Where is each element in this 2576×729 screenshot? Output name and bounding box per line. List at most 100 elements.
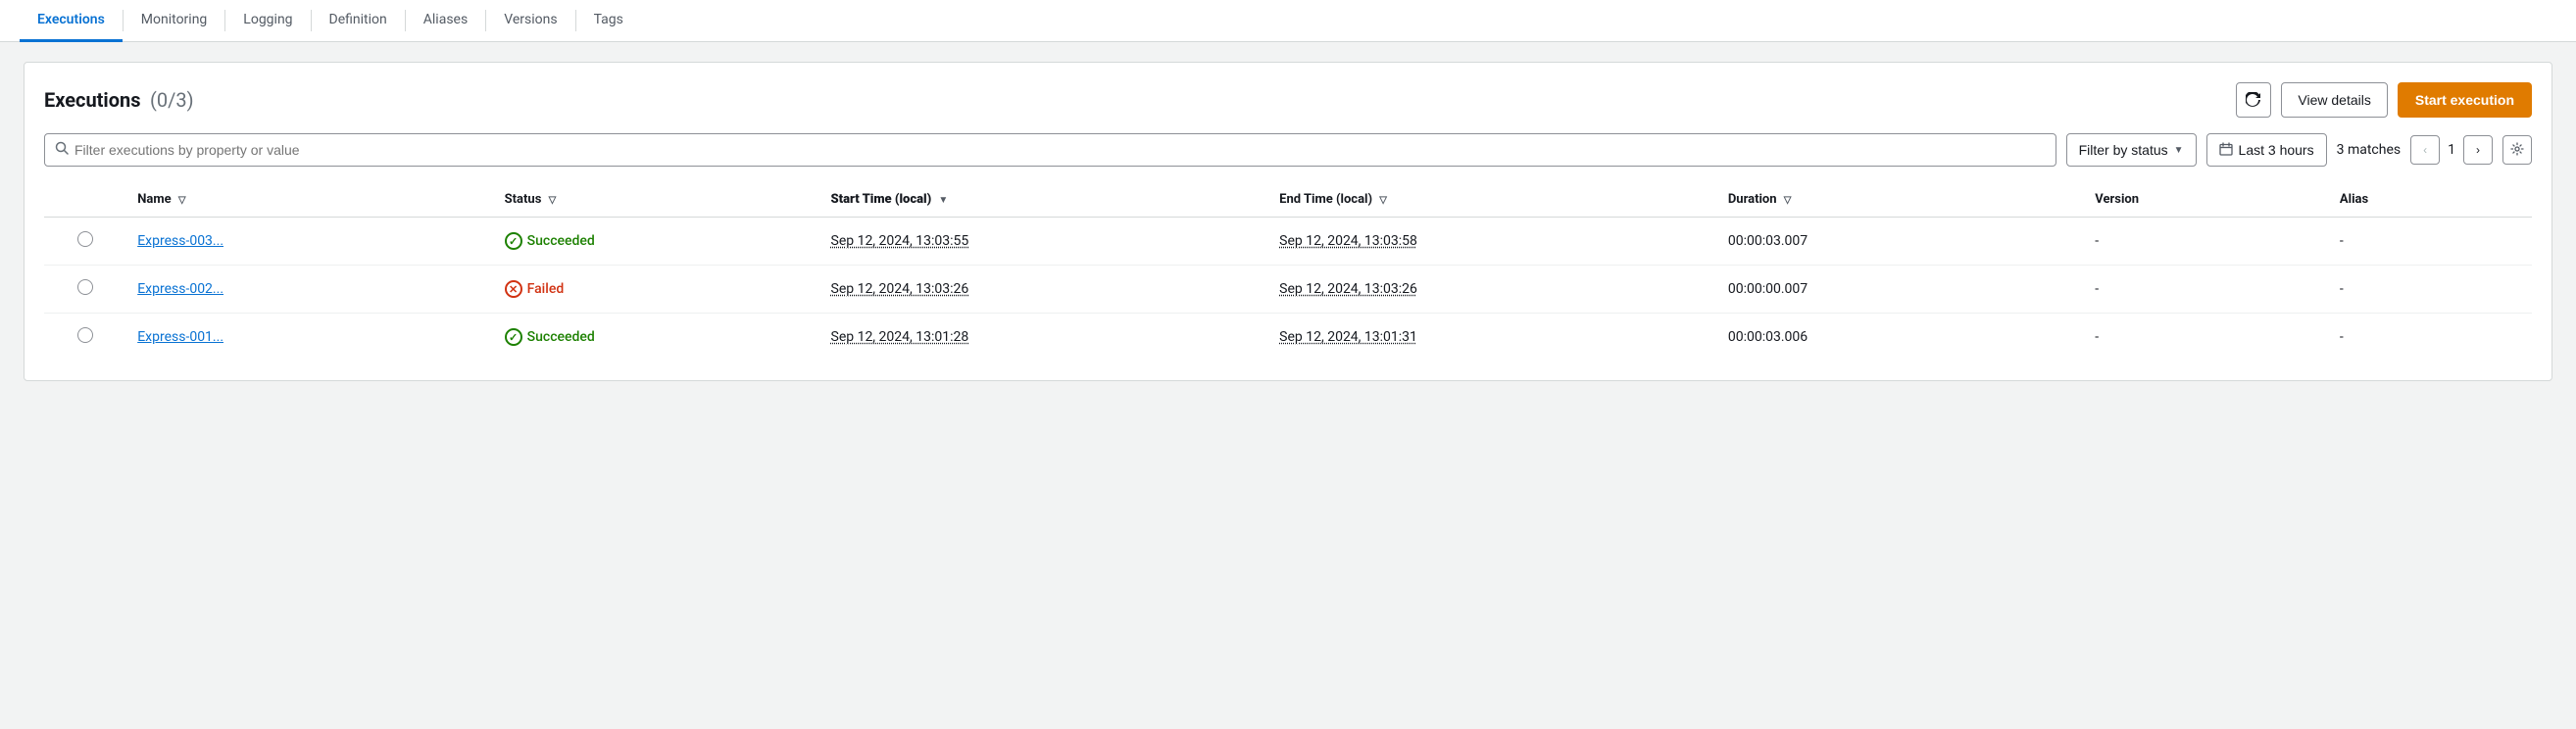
status-badge: ✓ Succeeded [505,232,595,250]
time-range-label: Last 3 hours [2239,142,2314,158]
table-row: Express-001... ✓ Succeeded Sep 12, 2024,… [44,314,2532,362]
col-status-label: Status [505,192,542,207]
pagination-controls: ‹ 1 › [2410,135,2493,165]
tab-monitoring[interactable]: Monitoring [124,0,225,42]
col-end-label: End Time (local) [1279,192,1372,207]
version-value: - [2095,329,2099,345]
col-header-duration[interactable]: Duration ▽ [1716,182,2083,218]
col-duration-label: Duration [1728,192,1777,207]
col-header-alias: Alias [2328,182,2532,218]
search-input[interactable] [74,142,2046,158]
row-radio-2[interactable] [77,327,93,343]
row-radio-cell [44,218,125,266]
time-range-button[interactable]: Last 3 hours [2206,133,2327,167]
status-icon: ✓ [505,328,522,346]
row-name-cell: Express-002... [125,266,492,314]
tabs-bar: Executions Monitoring Logging Definition… [0,0,2576,42]
row-version-cell: - [2083,314,2328,362]
col-header-end-time[interactable]: End Time (local) ▽ [1267,182,1716,218]
row-name-cell: Express-003... [125,218,492,266]
row-start-time-cell: Sep 12, 2024, 13:03:55 [819,218,1268,266]
end-time-value: Sep 12, 2024, 13:01:31 [1279,329,1417,345]
status-badge: ✕ Failed [505,280,565,298]
execution-link[interactable]: Express-003... [137,233,223,249]
tab-tags[interactable]: Tags [576,0,641,42]
tab-logging[interactable]: Logging [225,0,310,42]
settings-icon [2510,142,2524,159]
col-header-status[interactable]: Status ▽ [493,182,819,218]
panel-title-count: (0/3) [150,88,194,112]
status-icon: ✕ [505,280,522,298]
executions-panel: Executions (0/3) View details Start exec… [24,62,2552,381]
calendar-icon [2219,142,2233,159]
col-version-label: Version [2095,192,2139,207]
tab-versions[interactable]: Versions [486,0,574,42]
refresh-icon [2246,92,2261,108]
status-icon: ✓ [505,232,522,250]
row-name-cell: Express-001... [125,314,492,362]
row-start-time-cell: Sep 12, 2024, 13:03:26 [819,266,1268,314]
status-label: Succeeded [527,233,595,249]
filter-status-button[interactable]: Filter by status ▼ [2066,133,2197,167]
row-duration-cell: 00:00:00.007 [1716,266,2083,314]
search-container [44,133,2056,167]
tab-definition[interactable]: Definition [312,0,405,42]
next-page-button[interactable]: › [2463,135,2493,165]
row-start-time-cell: Sep 12, 2024, 13:01:28 [819,314,1268,362]
search-icon [55,141,69,159]
version-value: - [2095,233,2099,249]
col-start-label: Start Time (local) [831,192,932,207]
start-time-value: Sep 12, 2024, 13:03:55 [831,233,969,249]
status-label: Succeeded [527,329,595,345]
col-header-name[interactable]: Name ▽ [125,182,492,218]
row-version-cell: - [2083,218,2328,266]
col-alias-label: Alias [2340,192,2368,207]
col-header-start-time[interactable]: Start Time (local) ▼ [819,182,1268,218]
start-time-value: Sep 12, 2024, 13:03:26 [831,281,969,297]
col-name-label: Name [137,192,171,207]
row-duration-cell: 00:00:03.006 [1716,314,2083,362]
page-number: 1 [2444,142,2459,158]
execution-link[interactable]: Express-001... [137,329,223,345]
filter-status-label: Filter by status [2079,142,2168,158]
start-time-value: Sep 12, 2024, 13:01:28 [831,329,969,345]
duration-value: 00:00:00.007 [1728,281,1808,297]
tab-aliases[interactable]: Aliases [406,0,485,42]
table-settings-button[interactable] [2502,135,2532,165]
start-execution-button[interactable]: Start execution [2398,82,2532,118]
refresh-button[interactable] [2236,82,2271,118]
table-header-row: Name ▽ Status ▽ Start Time (local) ▼ End… [44,182,2532,218]
tab-executions[interactable]: Executions [20,0,123,42]
col-name-sort-icon: ▽ [178,195,186,206]
table-row: Express-002... ✕ Failed Sep 12, 2024, 13… [44,266,2532,314]
col-start-sort-icon: ▼ [938,195,948,206]
panel-header: Executions (0/3) View details Start exec… [44,82,2532,118]
row-radio-0[interactable] [77,231,93,247]
row-end-time-cell: Sep 12, 2024, 13:03:58 [1267,218,1716,266]
view-details-button[interactable]: View details [2281,82,2387,118]
row-end-time-cell: Sep 12, 2024, 13:03:26 [1267,266,1716,314]
duration-value: 00:00:03.006 [1728,329,1808,345]
alias-value: - [2340,233,2344,249]
end-time-value: Sep 12, 2024, 13:03:58 [1279,233,1417,249]
row-radio-1[interactable] [77,279,93,295]
row-duration-cell: 00:00:03.007 [1716,218,2083,266]
main-content: Executions (0/3) View details Start exec… [0,42,2576,401]
duration-value: 00:00:03.007 [1728,233,1808,249]
col-end-sort-icon: ▽ [1379,195,1387,206]
col-header-check [44,182,125,218]
col-status-sort-icon: ▽ [549,195,557,206]
row-alias-cell: - [2328,314,2532,362]
row-alias-cell: - [2328,218,2532,266]
row-alias-cell: - [2328,266,2532,314]
panel-title-group: Executions (0/3) [44,88,194,112]
executions-table: Name ▽ Status ▽ Start Time (local) ▼ End… [44,182,2532,361]
alias-value: - [2340,329,2344,345]
filter-status-caret: ▼ [2174,145,2184,156]
status-label: Failed [527,281,565,297]
prev-page-button[interactable]: ‹ [2410,135,2440,165]
row-status-cell: ✓ Succeeded [493,218,819,266]
table-row: Express-003... ✓ Succeeded Sep 12, 2024,… [44,218,2532,266]
row-status-cell: ✓ Succeeded [493,314,819,362]
execution-link[interactable]: Express-002... [137,281,223,297]
